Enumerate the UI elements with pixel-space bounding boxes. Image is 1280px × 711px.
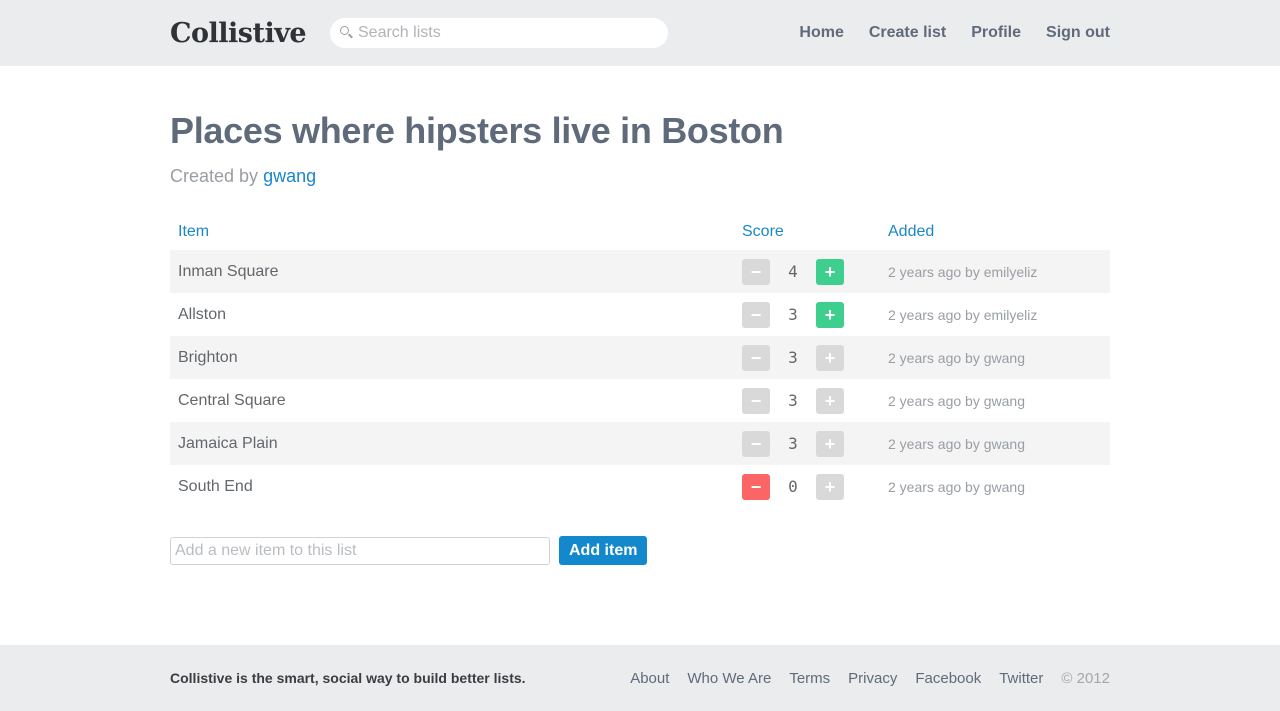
footer-link-privacy[interactable]: Privacy	[848, 670, 897, 687]
footer-link-who-we-are[interactable]: Who We Are	[687, 670, 771, 687]
downvote-button[interactable]: −	[742, 344, 770, 371]
item-name[interactable]: South End	[170, 465, 734, 508]
column-header-score[interactable]: Score	[734, 213, 880, 250]
item-name[interactable]: Central Square	[170, 379, 734, 422]
items-table: Item Score Added Inman Square −4 +2 years …	[170, 213, 1110, 508]
search-box[interactable]	[330, 18, 668, 48]
table-row: Inman Square −4 +2 years ago by emilyeliz	[170, 250, 1110, 293]
footer-link-facebook[interactable]: Facebook	[915, 670, 981, 687]
table-row: Brighton −3 +2 years ago by gwang	[170, 336, 1110, 379]
downvote-button[interactable]: −	[742, 387, 770, 414]
footer-links: About Who We Are Terms Privacy Facebook …	[612, 670, 1110, 687]
score-value: 4	[788, 262, 798, 281]
table-header-row: Item Score Added	[170, 213, 1110, 250]
column-header-added[interactable]: Added	[880, 213, 1110, 250]
add-item-button[interactable]: Add item	[559, 536, 648, 565]
table-row: Central Square −3 +2 years ago by gwang	[170, 379, 1110, 422]
search-input[interactable]	[358, 24, 638, 42]
added-info: 2 years ago by gwang	[888, 392, 1025, 409]
score-cell: −3 +	[734, 336, 880, 379]
score-cell: −3 +	[734, 379, 880, 422]
table-row: South End −0 +2 years ago by gwang	[170, 465, 1110, 508]
score-cell: −3 +	[734, 293, 880, 336]
top-bar: Collistive Home Create list Profile Sign…	[0, 0, 1280, 66]
footer: Collistive is the smart, social way to b…	[0, 645, 1280, 711]
item-name[interactable]: Inman Square	[170, 250, 734, 293]
upvote-button[interactable]: +	[816, 344, 844, 371]
upvote-button[interactable]: +	[816, 387, 844, 414]
score-value: 3	[788, 391, 798, 410]
item-name[interactable]: Brighton	[170, 336, 734, 379]
added-info: 2 years ago by emilyeliz	[888, 306, 1038, 323]
downvote-button[interactable]: −	[742, 258, 770, 285]
search-icon	[340, 26, 354, 40]
downvote-button[interactable]: −	[742, 430, 770, 457]
table-row: Jamaica Plain −3 +2 years ago by gwang	[170, 422, 1110, 465]
upvote-button[interactable]: +	[816, 301, 844, 328]
downvote-button[interactable]: −	[742, 473, 770, 500]
upvote-button[interactable]: +	[816, 473, 844, 500]
table-row: Allston −3 +2 years ago by emilyeliz	[170, 293, 1110, 336]
main-nav: Home Create list Profile Sign out	[774, 24, 1110, 42]
nav-home[interactable]: Home	[799, 24, 843, 42]
score-value: 3	[788, 348, 798, 367]
upvote-button[interactable]: +	[816, 258, 844, 285]
added-info: 2 years ago by gwang	[888, 478, 1025, 495]
added-info: 2 years ago by gwang	[880, 336, 1110, 379]
upvote-button[interactable]: +	[816, 430, 844, 457]
nav-sign-out[interactable]: Sign out	[1046, 24, 1110, 42]
footer-tagline: Collistive is the smart, social way to b…	[170, 670, 526, 686]
score-value: 0	[788, 477, 798, 496]
byline: Created by gwang	[170, 166, 1110, 187]
page-title: Places where hipsters live in Boston	[170, 110, 784, 151]
footer-link-about[interactable]: About	[630, 670, 669, 687]
score-cell: −3 +	[734, 422, 880, 465]
copyright: © 2012	[1061, 669, 1110, 687]
footer-link-terms[interactable]: Terms	[789, 670, 830, 687]
add-item-form: Add item	[170, 536, 1110, 565]
byline-prefix: Created by	[170, 166, 259, 186]
new-item-input[interactable]	[170, 536, 550, 565]
score-cell: −0 +	[734, 465, 880, 508]
footer-link-twitter[interactable]: Twitter	[999, 670, 1043, 687]
item-name[interactable]: Jamaica Plain	[170, 422, 734, 465]
added-info: 2 years ago by emilyeliz	[880, 250, 1110, 293]
column-header-item[interactable]: Item	[170, 213, 734, 250]
score-value: 3	[788, 434, 798, 453]
score-cell: −4 +	[734, 250, 880, 293]
nav-create-list[interactable]: Create list	[869, 24, 946, 42]
added-info: 2 years ago by gwang	[880, 422, 1110, 465]
item-name[interactable]: Allston	[170, 293, 734, 336]
creator-link[interactable]: gwang	[263, 166, 316, 186]
nav-profile[interactable]: Profile	[971, 24, 1021, 42]
score-value: 3	[788, 305, 798, 324]
downvote-button[interactable]: −	[742, 301, 770, 328]
main-content: Places where hipsters live in Boston Cre…	[170, 110, 1110, 565]
logo[interactable]: Collistive	[170, 18, 330, 49]
